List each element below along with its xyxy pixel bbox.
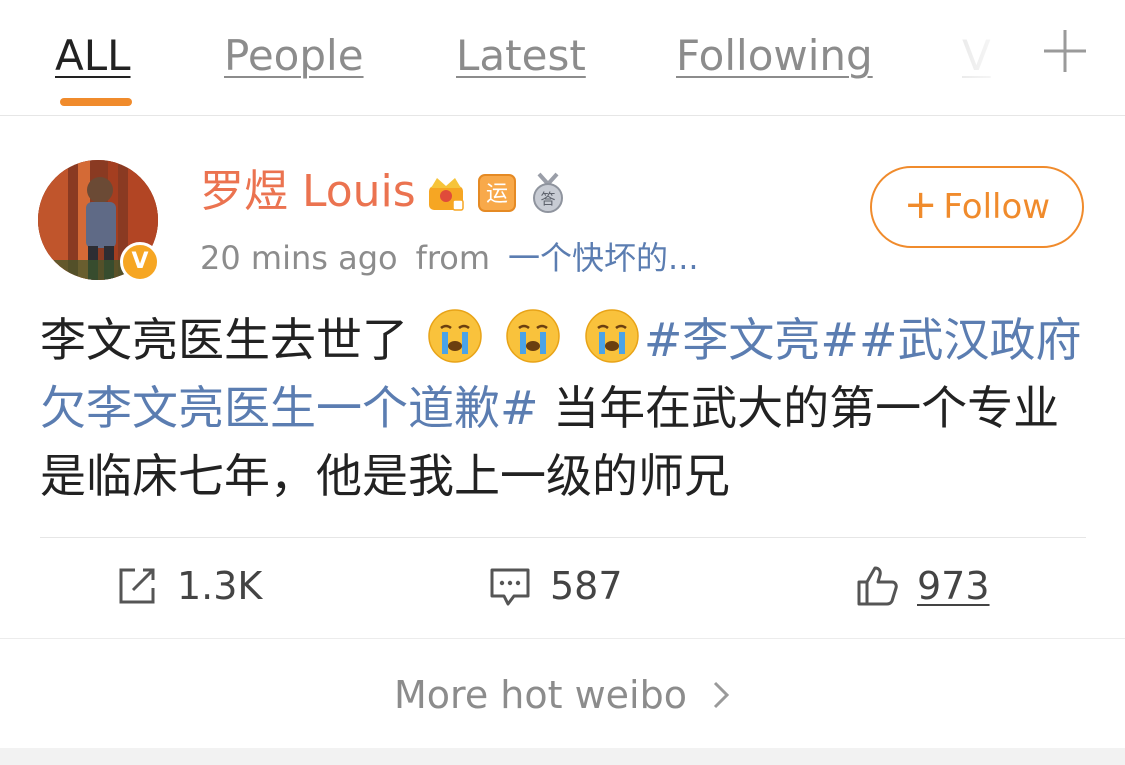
post-time: 20 mins ago [200, 239, 398, 277]
comment-count: 587 [550, 564, 623, 608]
post-text-part1: 李文亮医生去世了 [40, 313, 408, 367]
active-tab-indicator [60, 98, 132, 106]
medal-icon[interactable]: 答 [527, 172, 569, 214]
follow-button[interactable]: + Follow [870, 166, 1084, 248]
tab-all[interactable]: ALL [55, 30, 131, 82]
yun-badge-text: 运 [486, 182, 508, 207]
tab-latest[interactable]: Latest [456, 30, 586, 82]
crown-icon[interactable] [425, 172, 467, 214]
from-label: from [415, 239, 491, 277]
medal-badge-text: 答 [540, 190, 555, 208]
more-hot-weibo-label: More hot weibo [394, 673, 687, 717]
repost-count: 1.3K [177, 564, 263, 608]
like-count: 973 [917, 564, 990, 608]
divider [0, 638, 1125, 639]
repost-button[interactable]: 1.3K [115, 556, 262, 616]
crying-face-icon [585, 309, 639, 363]
follow-label: Follow [943, 187, 1051, 227]
tab-fade-overlay [955, 20, 1045, 100]
verified-badge-icon: V [120, 242, 160, 282]
tab-people[interactable]: People [224, 30, 364, 82]
add-tab-icon[interactable] [1040, 26, 1090, 76]
thumbs-up-icon [857, 566, 898, 606]
plus-icon: + [903, 182, 938, 228]
crying-face-icon [427, 309, 482, 363]
yun-badge-icon[interactable]: 运 [476, 172, 518, 214]
like-button[interactable]: 973 [855, 556, 990, 616]
tab-following[interactable]: Following [676, 30, 873, 82]
divider [40, 537, 1086, 538]
topic-link-li-wenliang[interactable]: #李文亮# [644, 313, 859, 367]
post-source-link[interactable]: 一个快坏的... [508, 239, 699, 277]
post-meta: 20 mins ago from 一个快坏的... [200, 236, 699, 280]
comment-button[interactable]: 587 [488, 556, 623, 616]
chevron-right-icon [713, 681, 730, 709]
repost-icon [119, 568, 155, 604]
more-hot-weibo-link[interactable]: More hot weibo [0, 660, 1125, 730]
crying-face-icon [506, 309, 560, 363]
bottom-separator [0, 748, 1125, 765]
username[interactable]: 罗煜 Louis [200, 164, 416, 220]
post-text: 李文亮医生去世了 #李文亮##武汉政府欠李文亮医生一个道歉# 当年在武大的第一个… [40, 306, 1090, 510]
comment-icon [490, 568, 530, 606]
tab-bar: ALL People Latest Following V [0, 0, 1125, 116]
